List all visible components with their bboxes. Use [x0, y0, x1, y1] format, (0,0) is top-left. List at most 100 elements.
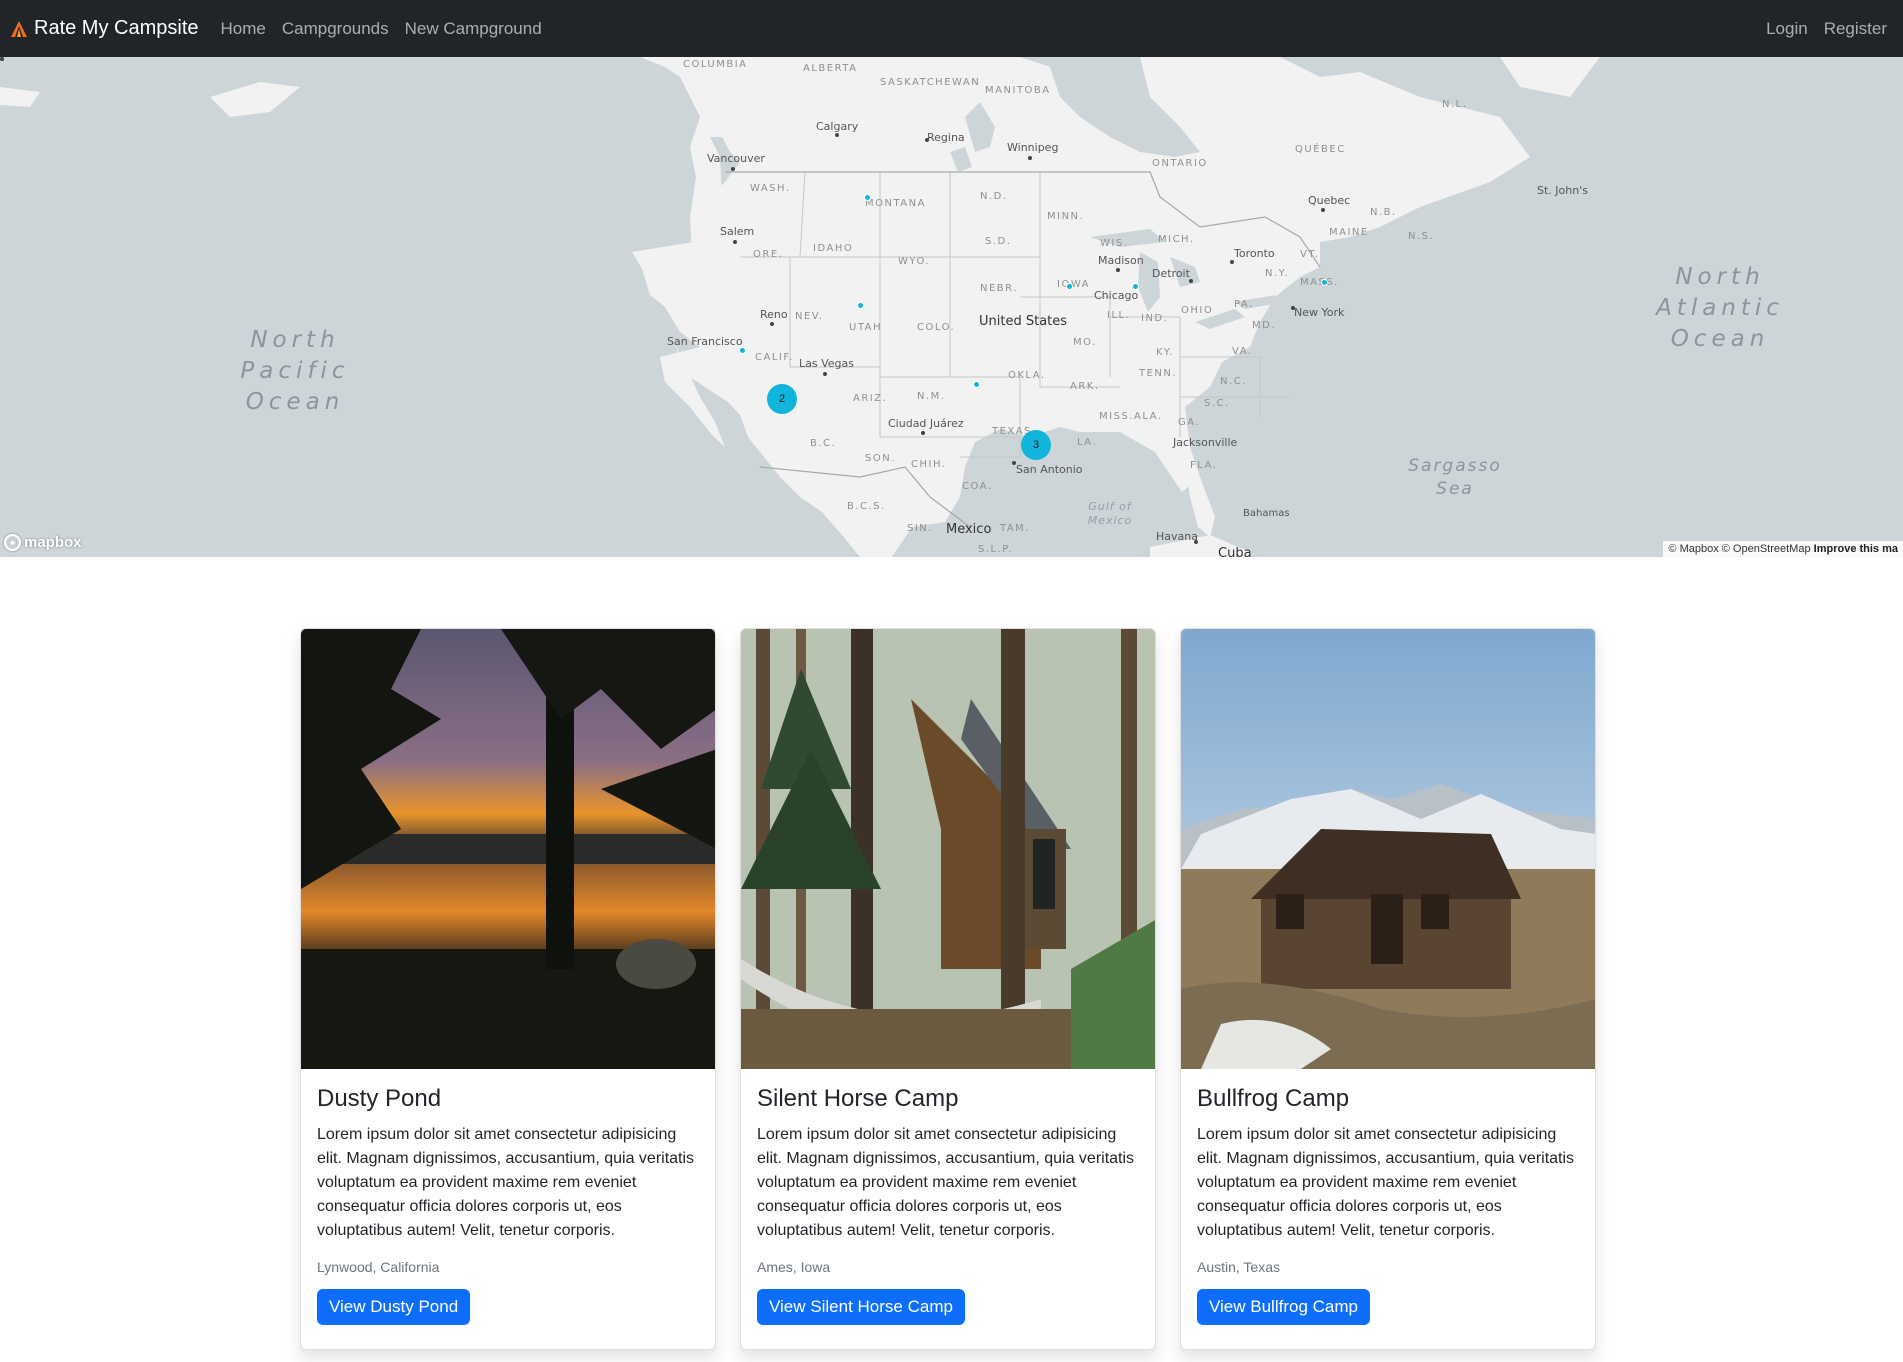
city-dot [1028, 156, 1032, 160]
view-campground-button[interactable]: View Dusty Pond [317, 1289, 471, 1325]
city-label: San Antonio [1016, 463, 1083, 476]
region-label: WASH. [750, 183, 791, 194]
card-location: Ames, Iowa [757, 1259, 831, 1275]
region-label: S.C. [1204, 398, 1230, 409]
country-label: United States [979, 314, 1068, 329]
map-campground-marker[interactable] [739, 347, 746, 354]
region-label: IDAHO [813, 243, 854, 254]
city-label: Reno [760, 308, 788, 321]
view-campground-button[interactable]: View Bullfrog Camp [1197, 1289, 1370, 1325]
card-title: Silent Horse Camp [757, 1085, 959, 1112]
city-label: Regina [927, 131, 965, 144]
city-label: Ciudad Juárez [888, 417, 964, 430]
map-campground-marker[interactable] [1066, 283, 1073, 290]
region-label: WYO. [898, 256, 931, 267]
city-label: San Francisco [667, 335, 743, 348]
nav-new-campground-link[interactable]: New Campground [405, 19, 542, 39]
mapbox-logo[interactable]: ◉ mapbox [4, 534, 82, 551]
region-label: CALIF. [755, 352, 794, 363]
campground-card: Silent Horse Camp Lorem ipsum dolor sit … [740, 628, 1156, 1350]
region-label: MO. [1073, 337, 1097, 348]
city-label: Winnipeg [1007, 141, 1059, 154]
region-label: ARK. [1070, 381, 1100, 392]
campground-image [301, 629, 715, 1069]
city-label: Calgary [816, 120, 859, 133]
map-cluster-marker[interactable]: 3 [1021, 430, 1051, 460]
region-label: NEV. [795, 311, 824, 322]
card-title: Bullfrog Camp [1197, 1085, 1350, 1112]
sargasso-sea-label: Sargasso Sea [1408, 456, 1502, 499]
map-campground-marker[interactable] [857, 302, 864, 309]
campground-image [1181, 629, 1595, 1069]
region-label: SON. [865, 453, 896, 464]
card-title: Dusty Pond [317, 1085, 442, 1112]
brand-link[interactable]: Rate My Campsite [10, 17, 199, 40]
navbar: Rate My Campsite Home Campgrounds New Ca… [0, 0, 1903, 57]
region-label: ILL. [1107, 310, 1131, 321]
region-label: IND. [1141, 313, 1169, 324]
region-label: B.C.S. [847, 501, 886, 512]
region-label: N.L. [1442, 99, 1468, 110]
region-label: ONTARIO [1152, 158, 1208, 169]
brand-name: Rate My Campsite [34, 17, 199, 39]
country-label: Mexico [946, 522, 992, 537]
region-label: TENN. [1139, 368, 1178, 379]
region-label: MINN. [1047, 211, 1085, 222]
city-dot [921, 431, 925, 435]
map-cluster-marker[interactable]: 2 [767, 384, 797, 414]
attribution-text[interactable]: © Mapbox © OpenStreetMap [1668, 543, 1810, 555]
region-label: ORE. [753, 249, 784, 260]
card-description: Lorem ipsum dolor sit amet consectetur a… [1197, 1126, 1575, 1239]
city-label: Jacksonville [1173, 436, 1238, 449]
region-label: N.D. [980, 191, 1008, 202]
city-dot [0, 57, 4, 61]
card-description: Lorem ipsum dolor sit amet consectetur a… [757, 1126, 1135, 1239]
city-dot [733, 240, 737, 244]
cluster-map[interactable]: North Pacific Ocean North Atlantic Ocean… [0, 57, 1903, 557]
region-label: NEBR. [980, 283, 1018, 294]
region-label: B.C. [810, 438, 837, 449]
city-label: Salem [720, 225, 755, 238]
register-link[interactable]: Register [1824, 19, 1887, 39]
region-label: VA. [1232, 346, 1253, 357]
region-label: MICH. [1158, 234, 1195, 245]
region-label: LA. [1077, 437, 1098, 448]
view-campground-button[interactable]: View Silent Horse Camp [757, 1289, 965, 1325]
region-label: QUÉBEC [1295, 144, 1346, 155]
map-campground-marker[interactable] [1321, 279, 1328, 286]
campground-card: Bullfrog Camp Lorem ipsum dolor sit amet… [1180, 628, 1596, 1350]
region-label: MASS. [1300, 277, 1339, 288]
card-description: Lorem ipsum dolor sit amet consectetur a… [317, 1126, 695, 1239]
region-label: PA. [1234, 299, 1254, 310]
region-label: MONTANA [865, 198, 926, 209]
campfire-logo-icon [11, 20, 27, 37]
mapbox-logo-icon: ◉ [4, 534, 21, 551]
card-body: Silent Horse Camp Lorem ipsum dolor sit … [741, 1069, 1155, 1341]
city-dot [1116, 268, 1120, 272]
region-label: VT. [1300, 249, 1320, 260]
city-label: Detroit [1152, 267, 1190, 280]
map-attribution: © Mapbox © OpenStreetMap Improve this ma [1663, 541, 1903, 557]
region-label: FLA. [1190, 460, 1218, 471]
map-campground-marker[interactable] [973, 381, 980, 388]
campground-card-list: Dusty Pond Lorem ipsum dolor sit amet co… [300, 628, 1598, 1350]
region-label: COLO. [917, 322, 956, 333]
region-label: SIN. [907, 523, 933, 534]
country-label: Cuba [1218, 546, 1252, 557]
nav-campgrounds-link[interactable]: Campgrounds [282, 19, 389, 39]
nav-home-link[interactable]: Home [221, 19, 266, 39]
improve-map-link[interactable]: Improve this ma [1814, 543, 1898, 555]
map-campground-marker[interactable] [864, 194, 871, 201]
cluster-count: 2 [778, 393, 786, 405]
region-label: COLUMBIA [683, 59, 748, 70]
map-campground-marker[interactable] [1132, 283, 1139, 290]
city-label: Madison [1098, 254, 1144, 267]
region-label: TAM. [1000, 523, 1030, 534]
region-label: MANITOBA [985, 85, 1051, 96]
city-label: Havana [1156, 530, 1198, 543]
region-label: ALA. [1134, 411, 1163, 422]
region-label: GA. [1178, 417, 1201, 428]
card-body: Dusty Pond Lorem ipsum dolor sit amet co… [301, 1069, 715, 1341]
mapbox-logo-text: mapbox [24, 534, 82, 551]
login-link[interactable]: Login [1766, 19, 1808, 39]
